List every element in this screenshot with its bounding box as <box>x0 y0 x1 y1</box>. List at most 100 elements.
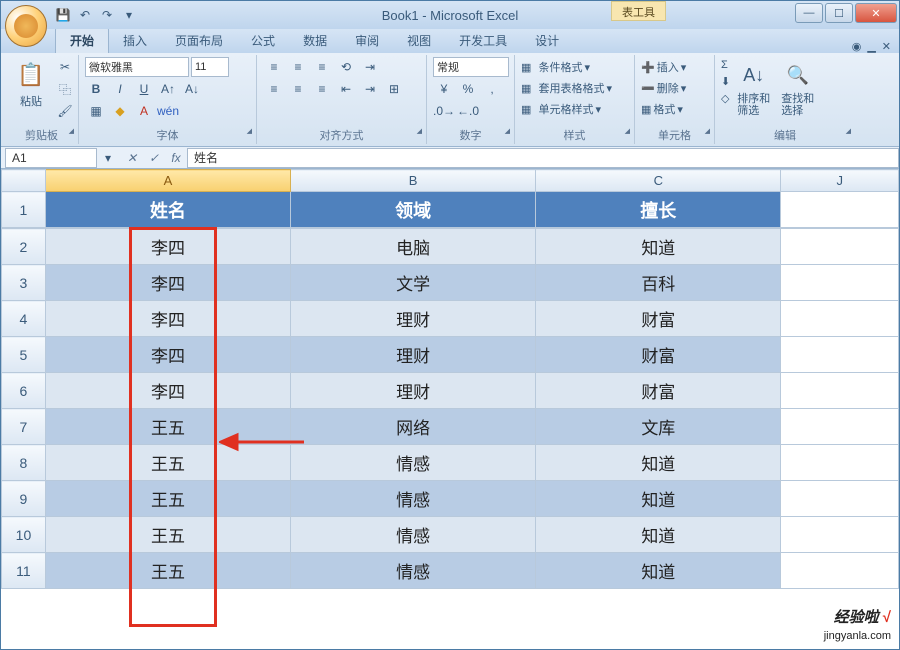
tab-developer[interactable]: 开发工具 <box>445 28 521 53</box>
row-header[interactable]: 5 <box>2 337 46 373</box>
col-header-c[interactable]: C <box>536 170 781 192</box>
fill-button[interactable]: ⬇ <box>721 75 730 88</box>
spreadsheet-grid[interactable]: A B C J 1 姓名 领域 擅长 <box>1 169 899 228</box>
cell[interactable]: 李四 <box>45 373 290 409</box>
tab-home[interactable]: 开始 <box>55 27 109 53</box>
font-size-select[interactable]: 11 <box>191 57 229 77</box>
cell[interactable]: 知道 <box>536 445 781 481</box>
tab-review[interactable]: 审阅 <box>341 28 393 53</box>
cell[interactable]: 王五 <box>45 517 290 553</box>
cell[interactable] <box>781 192 899 228</box>
align-center-icon[interactable]: ≡ <box>287 79 309 99</box>
increase-indent-icon[interactable]: ⇥ <box>359 79 381 99</box>
border-button[interactable]: ▦ <box>85 101 107 121</box>
cell[interactable] <box>781 229 899 265</box>
cell[interactable]: 王五 <box>45 445 290 481</box>
italic-button[interactable]: I <box>109 79 131 99</box>
cell[interactable]: 擅长 <box>536 192 781 228</box>
close-button[interactable]: ✕ <box>855 3 897 23</box>
cancel-edit-icon[interactable]: ✕ <box>121 148 143 168</box>
cell[interactable] <box>781 265 899 301</box>
format-painter-icon[interactable]: 🖌 <box>54 101 76 121</box>
align-bottom-icon[interactable]: ≡ <box>311 57 333 77</box>
comma-icon[interactable]: , <box>481 79 503 99</box>
minimize-ribbon-icon[interactable]: ▁ <box>867 40 875 53</box>
formula-input[interactable]: 姓名 <box>187 148 899 168</box>
col-header-a[interactable]: A <box>45 170 290 192</box>
maximize-button[interactable]: ☐ <box>825 3 853 23</box>
row-header[interactable]: 11 <box>2 553 46 589</box>
cell[interactable]: 知道 <box>536 517 781 553</box>
cell[interactable]: 知道 <box>536 229 781 265</box>
undo-icon[interactable]: ↶ <box>75 5 95 25</box>
font-color-button[interactable]: A <box>133 101 155 121</box>
row-header[interactable]: 1 <box>2 192 46 228</box>
align-left-icon[interactable]: ≡ <box>263 79 285 99</box>
cell[interactable] <box>781 517 899 553</box>
tab-formulas[interactable]: 公式 <box>237 28 289 53</box>
row-header[interactable]: 3 <box>2 265 46 301</box>
office-button[interactable] <box>5 5 47 47</box>
cell[interactable]: 领域 <box>291 192 536 228</box>
align-middle-icon[interactable]: ≡ <box>287 57 309 77</box>
cell[interactable]: 知道 <box>536 553 781 589</box>
row-header[interactable]: 7 <box>2 409 46 445</box>
align-top-icon[interactable]: ≡ <box>263 57 285 77</box>
redo-icon[interactable]: ↷ <box>97 5 117 25</box>
orientation-icon[interactable]: ⟲ <box>335 57 357 77</box>
row-header[interactable]: 9 <box>2 481 46 517</box>
row-header[interactable]: 6 <box>2 373 46 409</box>
save-icon[interactable]: 💾 <box>53 5 73 25</box>
tab-view[interactable]: 视图 <box>393 28 445 53</box>
cell[interactable]: 情感 <box>291 445 536 481</box>
window-close-icon[interactable]: ✕ <box>882 40 891 53</box>
cell[interactable]: 李四 <box>45 229 290 265</box>
conditional-format-button[interactable]: ▦ 条件格式▾ <box>521 59 612 75</box>
delete-cells-button[interactable]: ➖删除▾ <box>641 80 686 96</box>
percent-icon[interactable]: % <box>457 79 479 99</box>
cell[interactable]: 姓名 <box>45 192 290 228</box>
cell[interactable] <box>781 373 899 409</box>
cell[interactable]: 理财 <box>291 373 536 409</box>
cell-styles-button[interactable]: ▦ 单元格样式▾ <box>521 101 612 117</box>
phonetic-icon[interactable]: wén <box>157 101 179 121</box>
cell[interactable]: 理财 <box>291 337 536 373</box>
minimize-button[interactable]: — <box>795 3 823 23</box>
cell[interactable]: 百科 <box>536 265 781 301</box>
cell[interactable]: 财富 <box>536 373 781 409</box>
fx-button[interactable]: fx <box>165 148 187 168</box>
grow-font-icon[interactable]: A↑ <box>157 79 179 99</box>
format-cells-button[interactable]: ▦格式▾ <box>641 101 686 117</box>
decrease-decimal-icon[interactable]: ←.0 <box>457 101 479 121</box>
cut-icon[interactable]: ✂ <box>54 57 76 77</box>
cell[interactable]: 王五 <box>45 553 290 589</box>
cell[interactable]: 文学 <box>291 265 536 301</box>
cell[interactable] <box>781 409 899 445</box>
cell[interactable] <box>781 445 899 481</box>
cell[interactable]: 李四 <box>45 301 290 337</box>
paste-button[interactable]: 📋 粘贴 <box>11 57 51 111</box>
tab-design[interactable]: 设计 <box>521 28 573 53</box>
merge-cells-icon[interactable]: ⊞ <box>383 79 405 99</box>
cell[interactable]: 李四 <box>45 337 290 373</box>
name-box[interactable]: A1 <box>5 148 97 168</box>
col-header-j[interactable]: J <box>781 170 899 192</box>
cell[interactable]: 财富 <box>536 301 781 337</box>
cell[interactable] <box>781 553 899 589</box>
row-header[interactable]: 8 <box>2 445 46 481</box>
cell[interactable]: 王五 <box>45 409 290 445</box>
copy-icon[interactable]: ⿻ <box>54 79 76 99</box>
align-right-icon[interactable]: ≡ <box>311 79 333 99</box>
wrap-text-icon[interactable]: ⇥ <box>359 57 381 77</box>
fill-color-button[interactable]: ◆ <box>109 101 131 121</box>
name-box-dropdown-icon[interactable]: ▾ <box>97 148 119 168</box>
select-all-corner[interactable] <box>2 170 46 192</box>
cell[interactable]: 知道 <box>536 481 781 517</box>
cell[interactable]: 王五 <box>45 481 290 517</box>
cell[interactable]: 财富 <box>536 337 781 373</box>
help-icon[interactable]: ◉ <box>852 40 862 53</box>
tab-data[interactable]: 数据 <box>289 28 341 53</box>
cell[interactable]: 电脑 <box>291 229 536 265</box>
autosum-button[interactable]: Σ <box>721 59 730 71</box>
row-header[interactable]: 4 <box>2 301 46 337</box>
